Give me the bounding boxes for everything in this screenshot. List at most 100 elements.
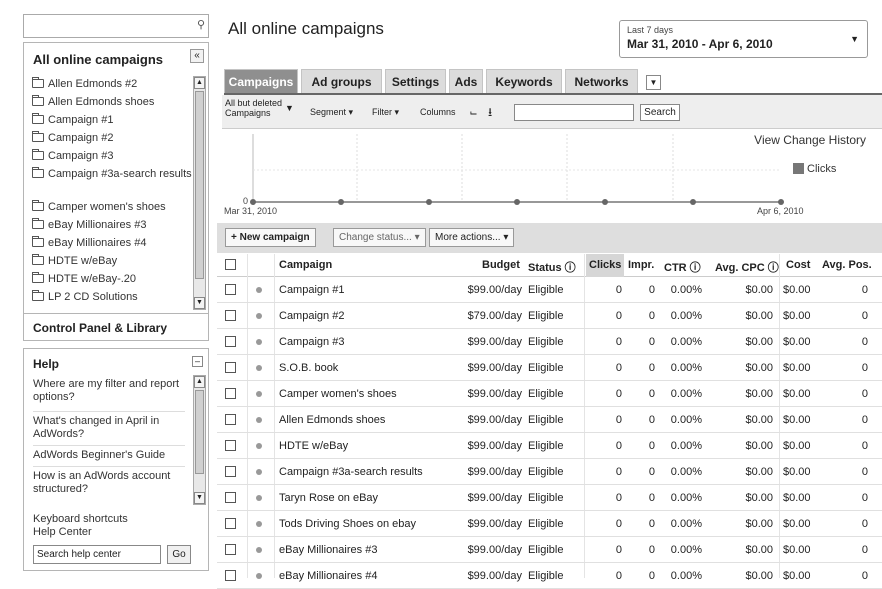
col-avg-pos[interactable]: Avg. Pos. <box>822 259 872 271</box>
tab-campaigns[interactable]: Campaigns <box>224 69 298 93</box>
cell-campaign[interactable]: eBay Millionaires #4 <box>279 570 377 582</box>
row-checkbox[interactable] <box>225 284 236 295</box>
more-tabs-icon[interactable]: ▼ <box>646 75 661 90</box>
row-checkbox[interactable] <box>225 310 236 321</box>
keyboard-shortcuts-link[interactable]: Keyboard shortcuts <box>33 513 185 526</box>
table-row[interactable]: Tods Driving Shoes on ebay $99.00/day Elig… <box>217 511 882 537</box>
help-link[interactable]: AdWords Beginner's Guide <box>33 445 185 462</box>
help-scrollbar[interactable]: ▲ ▼ <box>193 375 206 505</box>
campaign-list-item[interactable]: Campaign #3a-search results <box>32 167 198 181</box>
campaign-list-item[interactable]: Campaign #3 <box>32 149 198 163</box>
cell-campaign[interactable]: Campaign #1 <box>279 284 344 296</box>
col-ctr[interactable]: CTR ⓘ <box>664 259 701 275</box>
scroll-up-icon[interactable]: ▲ <box>194 376 205 388</box>
campaign-search-input[interactable]: ⚲ <box>23 14 209 38</box>
more-actions-button[interactable]: More actions... ▾ <box>429 228 515 247</box>
row-checkbox[interactable] <box>225 466 236 477</box>
new-campaign-button[interactable]: + New campaign <box>225 228 316 247</box>
row-checkbox[interactable] <box>225 544 236 555</box>
col-campaign[interactable]: Campaign <box>279 259 332 271</box>
table-row[interactable]: HDTE w/eBay $99.00/day Eligible 0 0 0.00% $0.0… <box>217 433 882 459</box>
campaign-list-item[interactable]: HDTE w/eBay <box>32 254 198 268</box>
tab-networks[interactable]: Networks <box>565 69 638 93</box>
filter-dropdown[interactable]: All but deleted Campaigns <box>225 98 282 118</box>
col-clicks[interactable]: Clicks <box>586 254 625 277</box>
table-row[interactable]: Taryn Rose on eBay $99.00/day Eligible 0 0 0.… <box>217 485 882 511</box>
cell-campaign[interactable]: Camper women's shoes <box>279 388 397 400</box>
campaign-list-item[interactable]: Allen Edmonds shoes <box>32 95 198 109</box>
cell-campaign[interactable]: Taryn Rose on eBay <box>279 492 378 504</box>
scroll-thumb[interactable] <box>195 91 204 279</box>
help-center-link[interactable]: Help Center <box>33 526 185 539</box>
row-checkbox[interactable] <box>225 440 236 451</box>
help-search-input[interactable]: Search help center <box>33 545 161 564</box>
cell-campaign[interactable]: Tods Driving Shoes on ebay <box>279 518 416 530</box>
row-checkbox[interactable] <box>225 414 236 425</box>
table-row[interactable]: S.O.B. book $99.00/day Eligible 0 0 0.00% $0.0… <box>217 355 882 381</box>
col-cost[interactable]: Cost <box>786 259 810 271</box>
collapse-sidebar-button[interactable]: « <box>190 49 204 63</box>
segment-menu[interactable]: Segment ▾ <box>310 107 353 118</box>
col-status[interactable]: Status ⓘ <box>528 259 576 275</box>
table-row[interactable]: Campaign #2 $79.00/day Eligible 0 0 0.00% $0.0… <box>217 303 882 329</box>
scroll-thumb[interactable] <box>195 390 204 474</box>
campaign-list-scrollbar[interactable]: ▲ ▼ <box>193 76 206 310</box>
col-avg-cpc[interactable]: Avg. CPC ⓘ <box>715 259 779 275</box>
cell-campaign[interactable]: S.O.B. book <box>279 362 338 374</box>
help-link[interactable]: Where are my filter and report options? <box>33 378 185 404</box>
table-row[interactable]: Camper women's shoes $99.00/day Eligible 0 0… <box>217 381 882 407</box>
change-status-button[interactable]: Change status... ▾ <box>333 228 426 247</box>
search-button[interactable]: Search <box>640 104 680 121</box>
row-checkbox[interactable] <box>225 518 236 529</box>
col-budget[interactable]: Budget <box>482 259 520 271</box>
table-row[interactable]: Campaign #1 $99.00/day Eligible 0 0 0.00% $0.0… <box>217 277 882 303</box>
row-checkbox[interactable] <box>225 492 236 503</box>
tab-keywords[interactable]: Keywords <box>486 69 562 93</box>
select-all-checkbox[interactable] <box>225 259 236 270</box>
download-icon[interactable]: ⭳ <box>488 103 492 124</box>
tab-settings[interactable]: Settings <box>385 69 446 93</box>
chart-toggle-icon[interactable]: ⨽ <box>470 104 477 119</box>
cell-campaign[interactable]: Allen Edmonds shoes <box>279 414 385 426</box>
tab-ad-groups[interactable]: Ad groups <box>301 69 382 93</box>
filter-menu[interactable]: Filter ▾ <box>372 107 399 118</box>
table-row[interactable]: Campaign #3 $99.00/day Eligible 0 0 0.00% $0.0… <box>217 329 882 355</box>
toolbar-search-input[interactable] <box>514 104 634 121</box>
table-row[interactable]: Campaign #3a-search results $99.00/day Eli… <box>217 459 882 485</box>
campaign-list-item[interactable]: HDTE w/eBay-.20 <box>32 272 198 286</box>
campaign-list-item[interactable]: Camper women's shoes <box>32 200 198 214</box>
search-icon[interactable]: ⚲ <box>197 18 205 31</box>
table-row[interactable]: Allen Edmonds shoes $99.00/day Eligible 0 0 0… <box>217 407 882 433</box>
help-link[interactable]: How is an AdWords account structured? <box>33 466 185 496</box>
col-impr[interactable]: Impr. <box>628 259 654 271</box>
scroll-down-icon[interactable]: ▼ <box>194 492 205 504</box>
campaign-list-item[interactable]: Campaign #2 <box>32 131 198 145</box>
columns-menu[interactable]: Columns <box>420 107 456 117</box>
control-panel-library-link[interactable]: Control Panel & Library <box>24 313 208 341</box>
campaign-list-item[interactable]: Campaign #1 <box>32 113 198 127</box>
table-row[interactable]: eBay Millionaires #4 $99.00/day Eligible 0 0… <box>217 563 882 589</box>
cell-campaign[interactable]: HDTE w/eBay <box>279 440 348 452</box>
scroll-up-icon[interactable]: ▲ <box>194 77 205 89</box>
cell-campaign[interactable]: Campaign #2 <box>279 310 344 322</box>
cell-campaign[interactable]: eBay Millionaires #3 <box>279 544 377 556</box>
minimize-icon[interactable]: – <box>192 356 203 367</box>
row-checkbox[interactable] <box>225 388 236 399</box>
row-checkbox[interactable] <box>225 336 236 347</box>
date-range-selector[interactable]: Last 7 days Mar 31, 2010 - Apr 6, 2010 ▼ <box>619 20 868 58</box>
campaign-list-item[interactable]: eBay Millionaires #3 <box>32 218 198 232</box>
chevron-down-icon[interactable]: ▼ <box>850 34 859 44</box>
help-link[interactable]: What's changed in April in AdWords? <box>33 411 185 441</box>
go-button[interactable]: Go <box>167 545 191 564</box>
row-checkbox[interactable] <box>225 570 236 581</box>
cell-campaign[interactable]: Campaign #3a-search results <box>279 466 423 478</box>
table-row[interactable]: eBay Millionaires #3 $99.00/day Eligible 0 0… <box>217 537 882 563</box>
campaign-list-item[interactable]: Allen Edmonds #2 <box>32 77 198 91</box>
scroll-down-icon[interactable]: ▼ <box>194 297 205 309</box>
campaign-list-item[interactable]: eBay Millionaires #4 <box>32 236 198 250</box>
cell-campaign[interactable]: Campaign #3 <box>279 336 344 348</box>
campaign-list-item[interactable]: LP 2 CD Solutions <box>32 290 198 304</box>
chevron-down-icon[interactable]: ▼ <box>285 103 294 113</box>
tab-ads[interactable]: Ads <box>449 69 483 93</box>
row-checkbox[interactable] <box>225 362 236 373</box>
